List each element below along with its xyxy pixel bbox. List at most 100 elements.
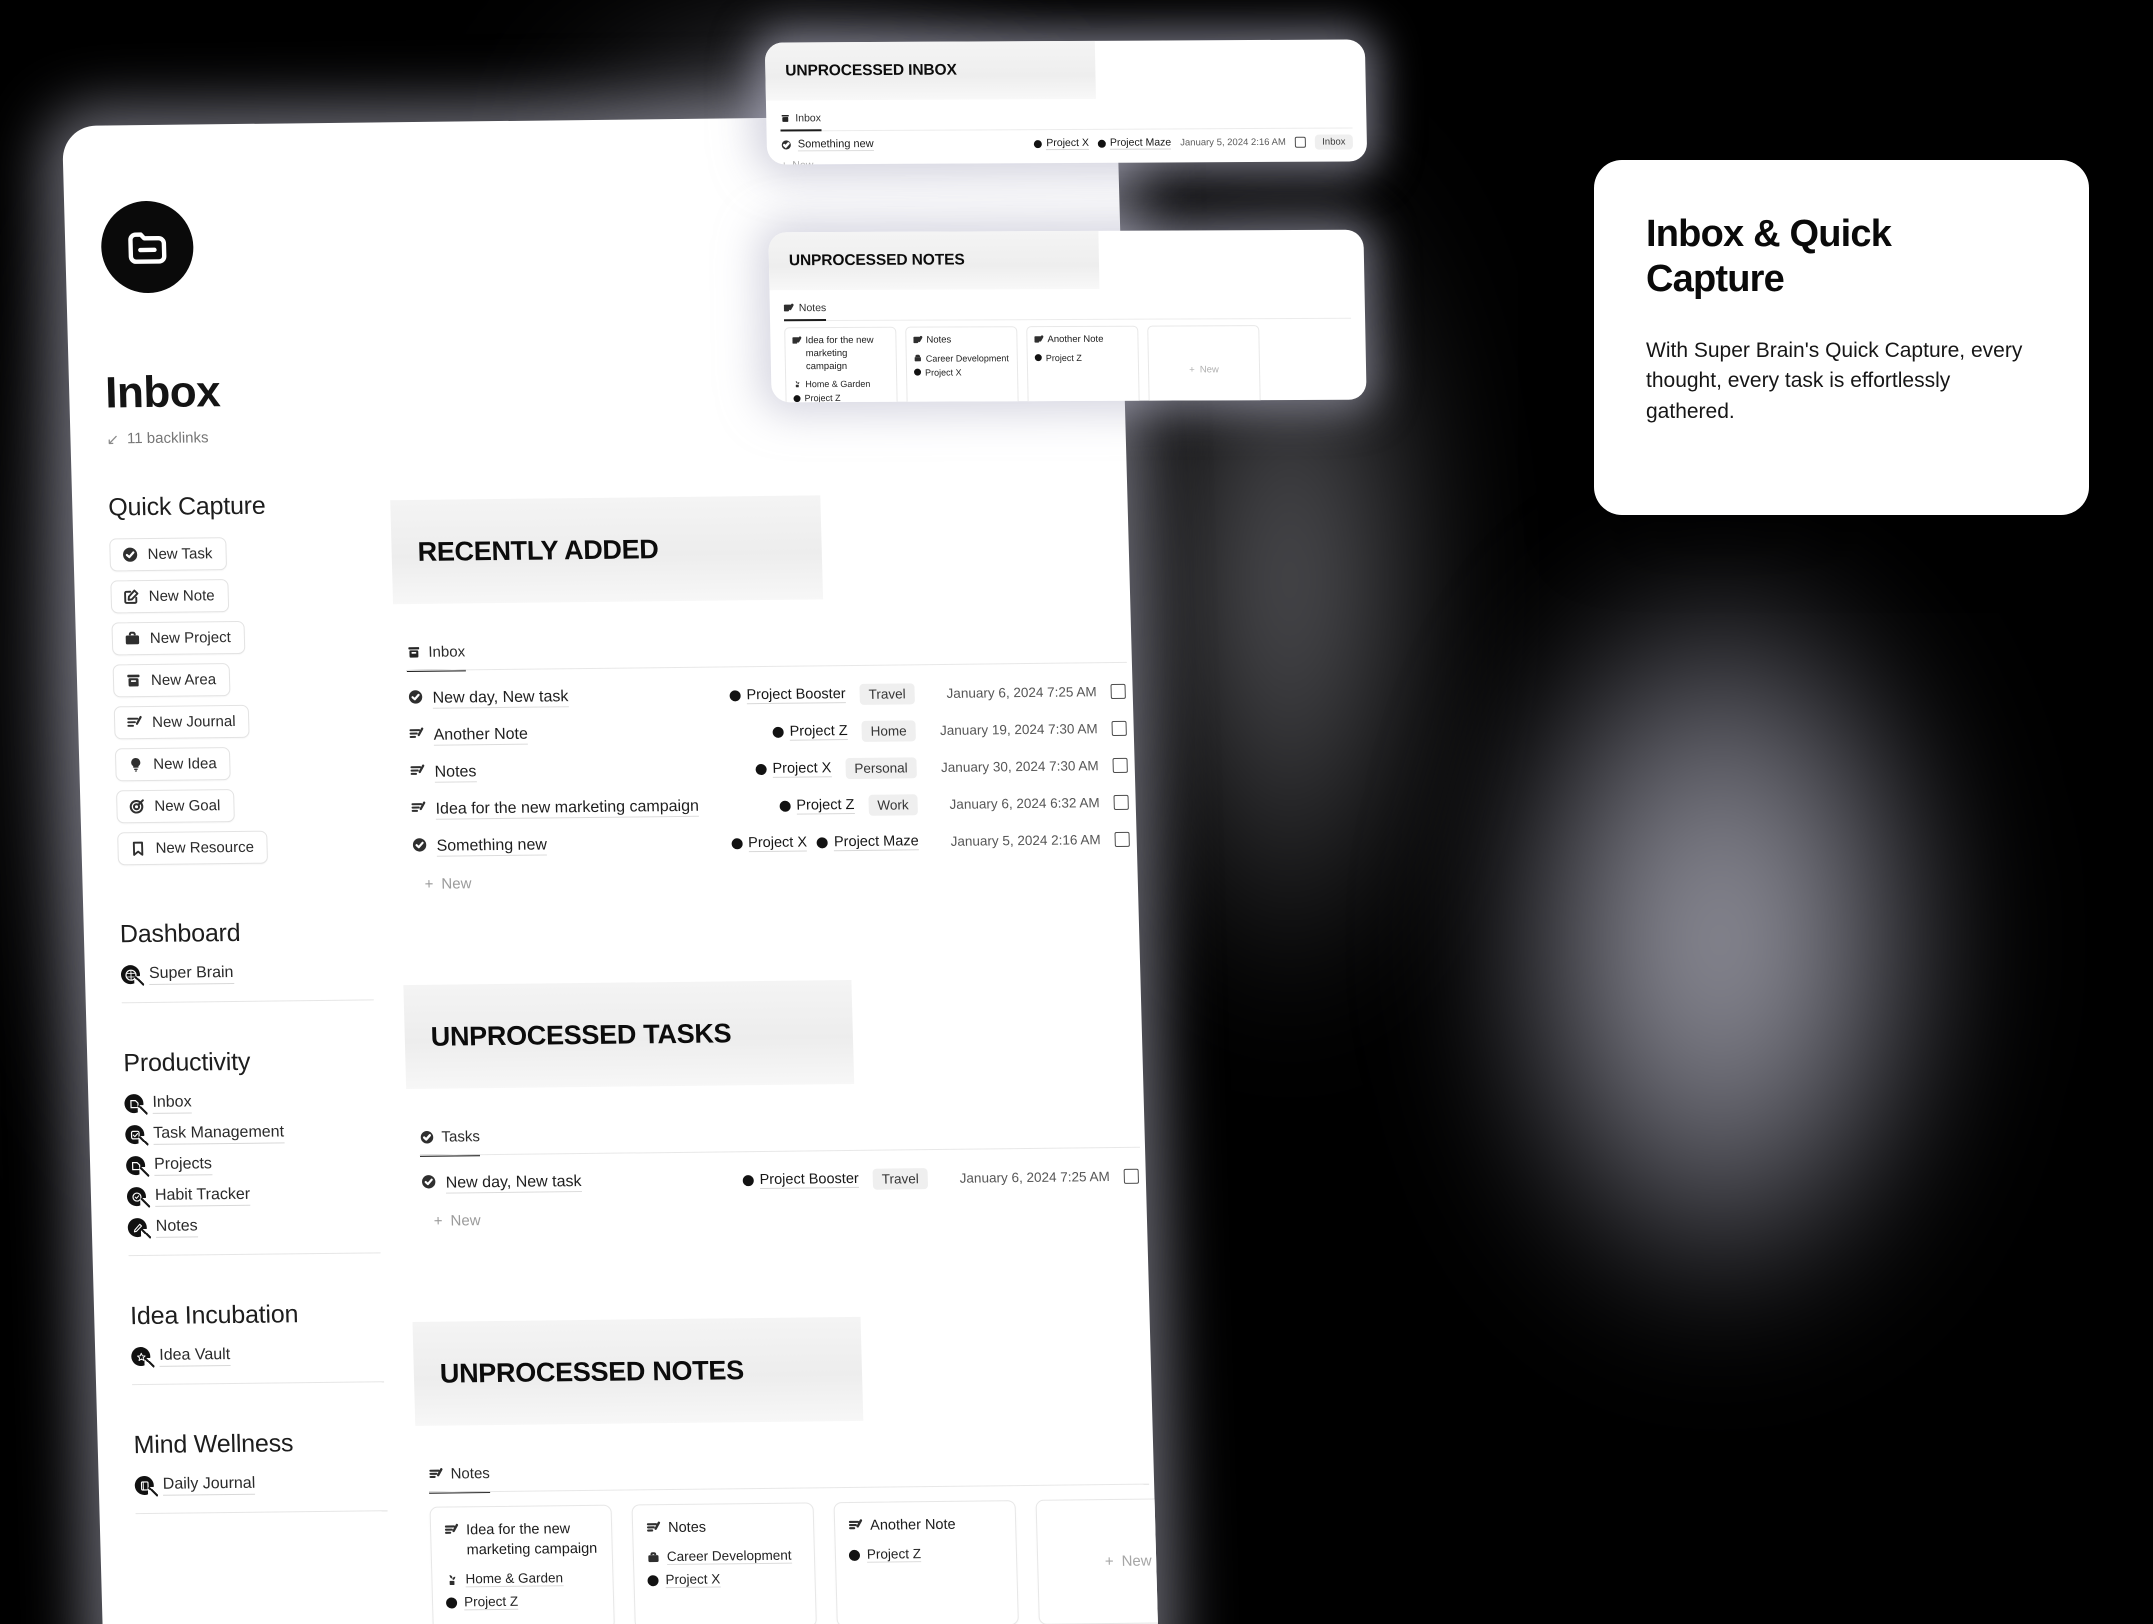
float-notes-title: UNPROCESSED NOTES (788, 251, 965, 270)
sidebar-item-habit-tracker[interactable]: Habit Tracker (126, 1178, 410, 1212)
tab-inbox[interactable]: Inbox (780, 112, 822, 132)
note-card-meta-label: Home & Garden (805, 379, 871, 390)
nav-divider (132, 1381, 385, 1386)
type-chip: Note (1142, 790, 1160, 814)
note-card[interactable]: Idea for the new marketing campaign Home… (429, 1504, 615, 1624)
type-chip: Inbox (1143, 827, 1160, 851)
note-edit-icon (1034, 335, 1043, 344)
background-glow-right (1480, 560, 1960, 1320)
new-resource-button[interactable]: New Resource (117, 830, 269, 866)
note-card[interactable]: Notes Career Development Project X (631, 1502, 817, 1624)
note-card[interactable]: Idea for the new marketing campaign Home… (784, 326, 898, 403)
tab-notes[interactable]: Notes (428, 1465, 491, 1494)
nav-section-idea-incubation: Idea Incubation Idea Vault (129, 1299, 414, 1386)
note-card-meta[interactable]: Project X (913, 367, 1010, 377)
plus-icon: + (1104, 1552, 1114, 1571)
nav-section-productivity: Productivity Inbox Task Management Proje… (123, 1046, 411, 1257)
sidebar-item-task-management[interactable]: Task Management (125, 1116, 408, 1150)
relation-group[interactable]: Project X Project Maze (731, 833, 919, 853)
sidebar-label-idea-vault: Idea Vault (159, 1345, 231, 1367)
relation-group[interactable]: Project Z (772, 723, 848, 741)
plus-icon: + (433, 1212, 443, 1230)
new-resource-label: New Resource (155, 838, 255, 857)
backlinks[interactable]: ↙ 11 backlinks (106, 426, 389, 449)
note-card-meta[interactable]: Project Z (445, 1593, 600, 1611)
page-title: Inbox (104, 367, 221, 418)
tag-chip: Work (868, 794, 918, 816)
note-edit-icon (409, 763, 426, 784)
quick-capture-section: Quick Capture New Task New Note New Proj… (108, 490, 400, 874)
row-checkbox[interactable] (1294, 136, 1306, 148)
note-card-meta[interactable]: Project Z (793, 393, 889, 402)
row-checkbox[interactable] (1111, 720, 1127, 737)
unprocessed-tasks-banner: UNPROCESSED TASKS (403, 979, 855, 1090)
relation-group[interactable]: Project X (755, 760, 832, 778)
add-new-note-card[interactable]: + New (1035, 1497, 1160, 1624)
tab-inbox[interactable]: Inbox (406, 643, 466, 673)
row-checkbox[interactable] (1110, 683, 1126, 700)
row-checkbox[interactable] (1114, 831, 1130, 848)
relation-group[interactable]: Project Booster (742, 1170, 859, 1190)
type-chip: Task (1152, 1163, 1160, 1188)
relation-group[interactable]: Project Booster (729, 686, 846, 705)
relation-dot-icon (647, 1574, 659, 1586)
note-card-meta[interactable]: Project Z (848, 1545, 1003, 1563)
note-card[interactable]: Notes Career Development Project X (905, 326, 1019, 403)
new-goal-button[interactable]: New Goal (115, 789, 235, 824)
sidebar-item-daily-journal[interactable]: Daily Journal (134, 1467, 417, 1501)
note-edit-icon (913, 336, 922, 345)
floating-panel-unprocessed-inbox: UNPROCESSED INBOX Inbox Something new Pr… (764, 39, 1368, 165)
tab-tasks[interactable]: Tasks (419, 1128, 481, 1157)
relation-dot-icon (793, 395, 801, 403)
note-card-meta-label: Project X (665, 1571, 721, 1589)
row-checkbox[interactable] (1113, 794, 1129, 811)
note-card-meta[interactable]: Career Development (914, 353, 1010, 363)
add-new-row-button[interactable]: + New (781, 151, 1353, 164)
sidebar-item-inbox[interactable]: Inbox (124, 1085, 407, 1119)
tag-chip: Personal (845, 757, 917, 780)
sidebar-item-projects[interactable]: Projects (125, 1147, 409, 1181)
note-card[interactable]: Another Note Project Z (833, 1500, 1019, 1624)
relation-label: Project Maze (833, 833, 919, 852)
sidebar-item-notes[interactable]: Notes (127, 1209, 410, 1243)
timestamp: January 6, 2024 7:25 AM (959, 1169, 1111, 1186)
new-idea-button[interactable]: New Idea (114, 747, 232, 782)
new-area-button[interactable]: New Area (112, 663, 231, 698)
timestamp: January 5, 2024 2:16 AM (950, 832, 1101, 849)
note-card-title: Idea for the new marketing campaign (805, 334, 874, 372)
new-note-button[interactable]: New Note (110, 579, 230, 614)
note-card-meta-label: Project Z (1045, 352, 1082, 363)
sidebar-item-super-brain[interactable]: Super Brain (120, 956, 404, 990)
backlinks-label: 11 backlinks (126, 428, 209, 447)
note-card-meta[interactable]: Career Development (647, 1547, 801, 1566)
new-journal-button[interactable]: New Journal (113, 704, 250, 740)
floating-panel-unprocessed-notes: UNPROCESSED NOTES Notes Idea for the new… (768, 229, 1367, 403)
sidebar-item-idea-vault[interactable]: Idea Vault (131, 1338, 414, 1372)
note-card-meta[interactable]: Project X (647, 1571, 801, 1589)
relation-group[interactable]: Project Z (779, 796, 855, 815)
note-card-meta[interactable]: Project Z (1034, 352, 1131, 363)
tab-notes[interactable]: Notes (783, 302, 827, 322)
table-row[interactable]: Something new Project X Project Maze Jan… (781, 128, 1354, 154)
note-card-title: Notes (926, 334, 952, 346)
note-card-meta[interactable]: Home & Garden (793, 379, 889, 390)
note-card-meta[interactable]: Home & Garden (445, 1570, 599, 1588)
add-new-note-card[interactable]: + New (1147, 325, 1261, 403)
sidebar-label-notes: Notes (155, 1216, 198, 1238)
check-circle-icon (411, 837, 428, 858)
relation-dot-icon (755, 763, 767, 776)
row-checkbox[interactable] (1112, 757, 1128, 774)
new-area-label: New Area (150, 671, 217, 689)
new-project-button[interactable]: New Project (111, 620, 246, 656)
table-divider (406, 661, 1127, 672)
nav-heading-idea-incubation: Idea Incubation (129, 1300, 299, 1331)
note-card[interactable]: Another Note Project Z (1026, 325, 1140, 403)
table-divider (419, 1146, 1141, 1156)
relation-dot-icon (742, 1175, 754, 1187)
relation-dot-icon (1034, 354, 1042, 362)
relation-dot-icon (731, 838, 743, 850)
new-journal-label: New Journal (151, 712, 236, 731)
row-checkbox[interactable] (1123, 1168, 1140, 1184)
note-edit-icon (848, 1518, 863, 1533)
new-task-button[interactable]: New Task (109, 537, 227, 572)
